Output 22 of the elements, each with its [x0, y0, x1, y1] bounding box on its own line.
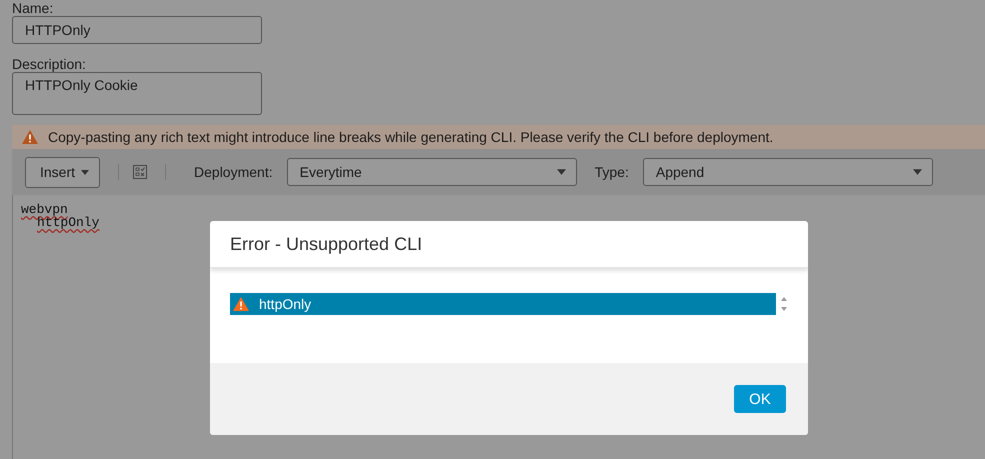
- warning-text: Copy-pasting any rich text might introduce line breaks while generating CLI. Please verify the CLI before deployment.: [48, 129, 774, 145]
- warning-icon: [233, 297, 249, 311]
- insert-button[interactable]: Insert: [25, 156, 100, 188]
- ok-button[interactable]: OK: [734, 385, 786, 413]
- description-field[interactable]: HTTPOnly Cookie: [12, 72, 262, 115]
- code-line: httpOnly: [37, 215, 100, 230]
- caret-icon: [81, 170, 90, 174]
- validate-icon[interactable]: [133, 165, 148, 179]
- field-label: Deployment:: [194, 164, 273, 180]
- dropdown[interactable]: Everytime: [286, 158, 577, 186]
- warning-icon: [22, 130, 38, 144]
- dialog-title: Error - Unsupported CLI: [230, 234, 422, 254]
- field-label: Description:: [12, 56, 86, 72]
- field-label: Type:: [594, 164, 629, 180]
- name-field[interactable]: HTTPOnly: [12, 16, 262, 44]
- caret-icon: [912, 169, 922, 175]
- scroll-arrows-icon[interactable]: [780, 296, 788, 312]
- caret-icon: [556, 169, 566, 175]
- code-line: webvpn: [21, 202, 68, 217]
- field-label: Name:: [12, 0, 54, 16]
- dropdown[interactable]: Append: [642, 158, 933, 186]
- list-item[interactable]: httpOnly: [230, 293, 776, 315]
